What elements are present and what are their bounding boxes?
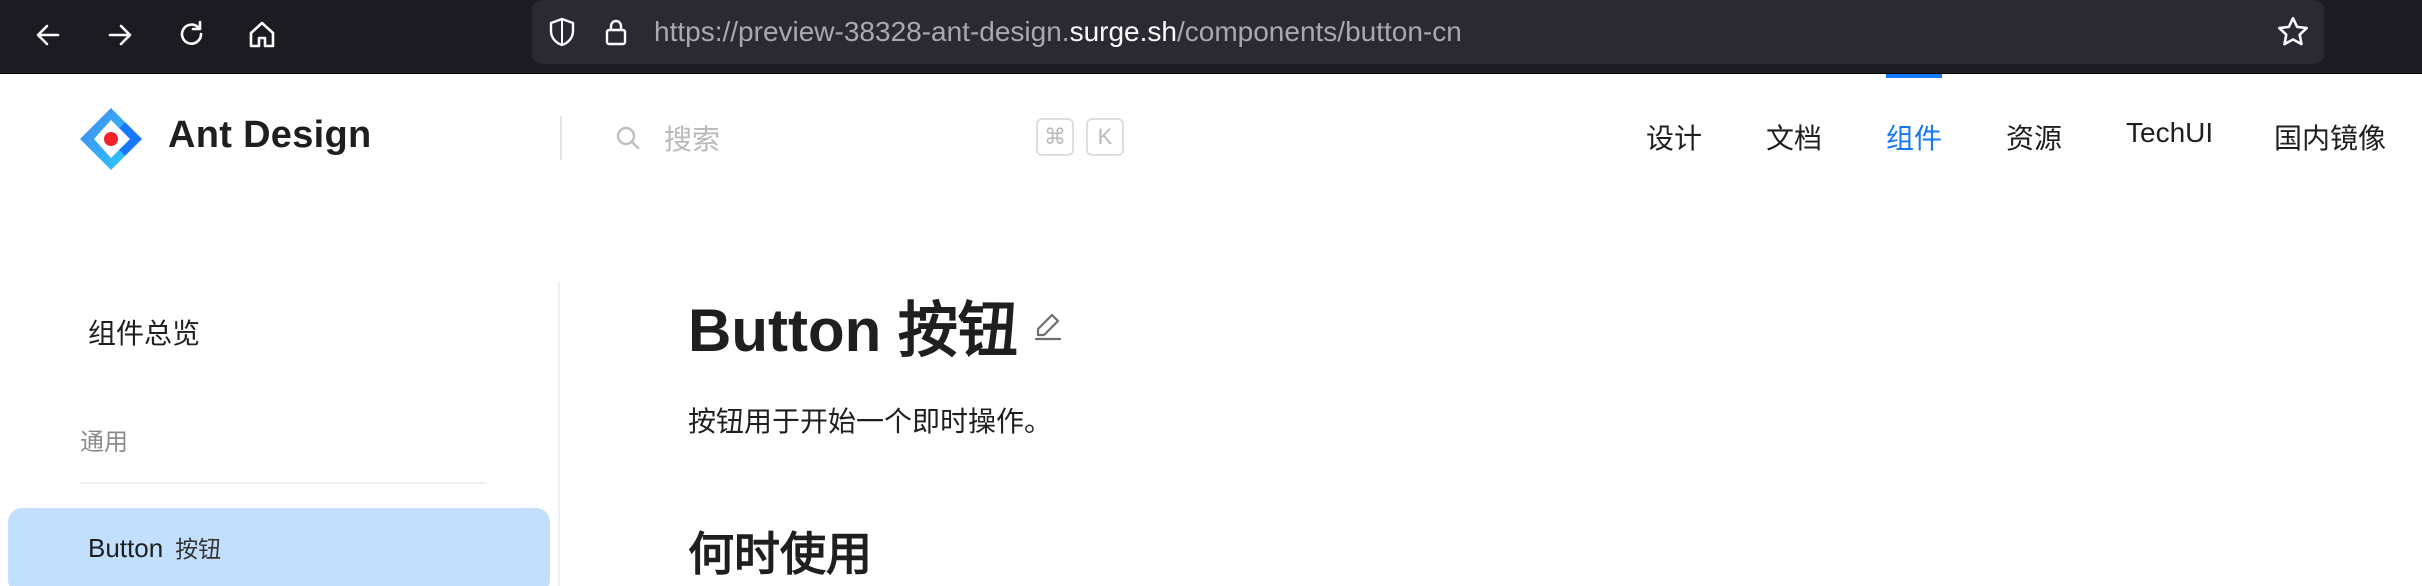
sidebar-divider [558, 282, 560, 586]
forward-button[interactable] [94, 9, 146, 61]
brand-name[interactable]: Ant Design [168, 114, 372, 157]
url-host: surge.sh [1069, 16, 1177, 47]
search-input[interactable]: 搜索 [664, 118, 720, 158]
menu-item-docs[interactable]: 文档 [1766, 117, 1822, 157]
k-key-hint: K [1086, 118, 1124, 156]
home-button[interactable] [236, 9, 288, 61]
section-title-when-to-use: 何时使用 [688, 528, 872, 580]
reload-icon [180, 20, 203, 45]
intro-text: 按钮用于开始一个即时操作。 [688, 406, 1053, 437]
header-divider [560, 116, 562, 160]
url-path: /components/button-cn [1176, 16, 1462, 47]
menu-item-resources[interactable]: 资源 [2006, 117, 2062, 157]
sidebar-item-subtitle: 按钮 [175, 536, 222, 562]
back-button[interactable] [22, 9, 74, 61]
back-arrow-icon [36, 24, 60, 46]
menu-item-design[interactable]: 设计 [1646, 117, 1702, 157]
edit-icon[interactable] [1032, 310, 1064, 342]
home-icon [249, 21, 275, 48]
search-icon [616, 126, 640, 150]
browser-toolbar: https://preview-38328-ant-design.surge.s… [0, 0, 2422, 74]
site-header: Ant Design 搜索 ⌘ K 设计 文档 组件 资源 TechUI 国内镜… [0, 74, 2422, 202]
url-bar[interactable]: https://preview-38328-ant-design.surge.s… [532, 0, 2324, 64]
sidebar-item-label: Button 按钮 [88, 530, 221, 564]
reload-button[interactable] [166, 9, 218, 61]
menu-item-mirror[interactable]: 国内镜像 [2274, 117, 2386, 157]
sidebar-group-divider [80, 482, 486, 484]
menu-item-components[interactable]: 组件 [1886, 117, 1942, 157]
url-prefix: https://preview-38328-ant-design. [654, 16, 1070, 47]
shield-icon[interactable] [546, 16, 578, 48]
sidebar-item-button[interactable]: Button 按钮 [8, 508, 550, 586]
sidebar-group-general: 通用 [80, 429, 128, 456]
ant-design-logo[interactable] [78, 106, 144, 172]
active-menu-indicator [1886, 74, 1942, 78]
sidebar-item-title: Button [88, 533, 164, 563]
page-title: Button 按钮 [688, 297, 1018, 364]
url-text[interactable]: https://preview-38328-ant-design.surge.s… [654, 0, 1462, 64]
star-icon[interactable] [2276, 15, 2310, 49]
lock-icon[interactable] [600, 16, 632, 48]
forward-arrow-icon [108, 24, 132, 46]
sidebar-item-overview[interactable]: 组件总览 [88, 312, 200, 352]
command-key-hint: ⌘ [1036, 118, 1074, 156]
menu-item-techui[interactable]: TechUI [2126, 117, 2213, 149]
